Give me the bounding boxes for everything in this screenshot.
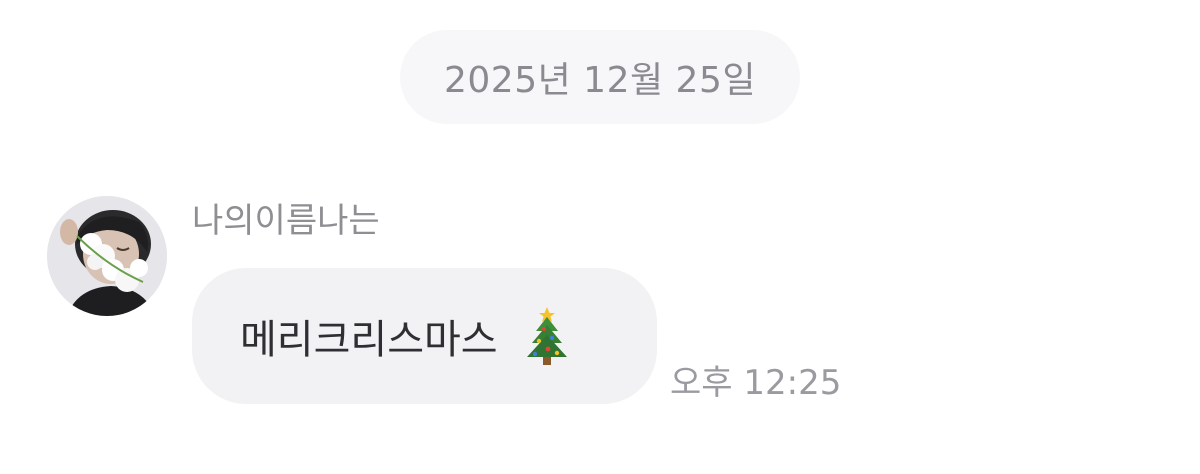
christmas-tree-icon [526, 307, 567, 365]
message-timestamp: 오후 12:25 [670, 363, 842, 403]
date-divider-label: 2025년 12월 25일 [444, 60, 756, 101]
message-text: 메리크리스마스 [240, 317, 498, 363]
avatar-photo [47, 196, 167, 316]
sender-name: 나의이름나는 [192, 201, 380, 241]
avatar[interactable] [47, 196, 167, 316]
message-bubble[interactable]: 메리크리스마스 [192, 268, 657, 404]
date-divider: 2025년 12월 25일 [400, 30, 800, 124]
